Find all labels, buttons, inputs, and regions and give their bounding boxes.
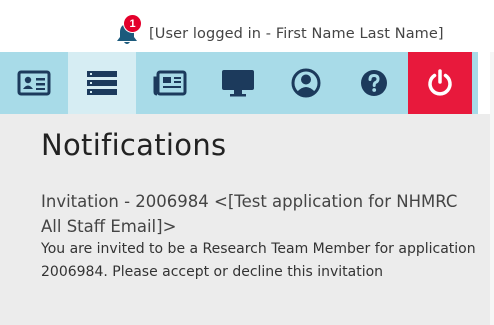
id-card-icon bbox=[17, 70, 51, 96]
monitor-icon bbox=[222, 70, 254, 97]
user-label: [User logged in - First Name Last Name] bbox=[149, 26, 444, 42]
nav-item-news[interactable] bbox=[136, 52, 204, 114]
logout-button[interactable] bbox=[408, 52, 472, 114]
newspaper-icon bbox=[153, 70, 187, 96]
nav-item-profile[interactable] bbox=[0, 52, 68, 114]
help-icon bbox=[361, 70, 387, 96]
power-icon bbox=[428, 69, 452, 96]
nav-item-system[interactable] bbox=[204, 52, 272, 114]
nav-item-applications[interactable] bbox=[68, 52, 136, 114]
nav-item-account[interactable] bbox=[272, 52, 340, 114]
notification-count-badge: 1 bbox=[123, 14, 142, 33]
server-list-icon bbox=[87, 71, 117, 95]
notifications-button[interactable]: 1 bbox=[116, 14, 144, 46]
user-circle-icon bbox=[291, 68, 321, 98]
scroll-edge bbox=[490, 52, 494, 325]
notification-body: You are invited to be a Research Team Me… bbox=[41, 241, 476, 280]
notification-title[interactable]: Invitation - 2006984 <[Test application … bbox=[41, 189, 481, 239]
page-title: Notifications bbox=[41, 128, 227, 162]
main-nav bbox=[0, 52, 478, 114]
nav-item-help[interactable] bbox=[340, 52, 408, 114]
top-bar: 1 [User logged in - First Name Last Name… bbox=[0, 0, 494, 52]
